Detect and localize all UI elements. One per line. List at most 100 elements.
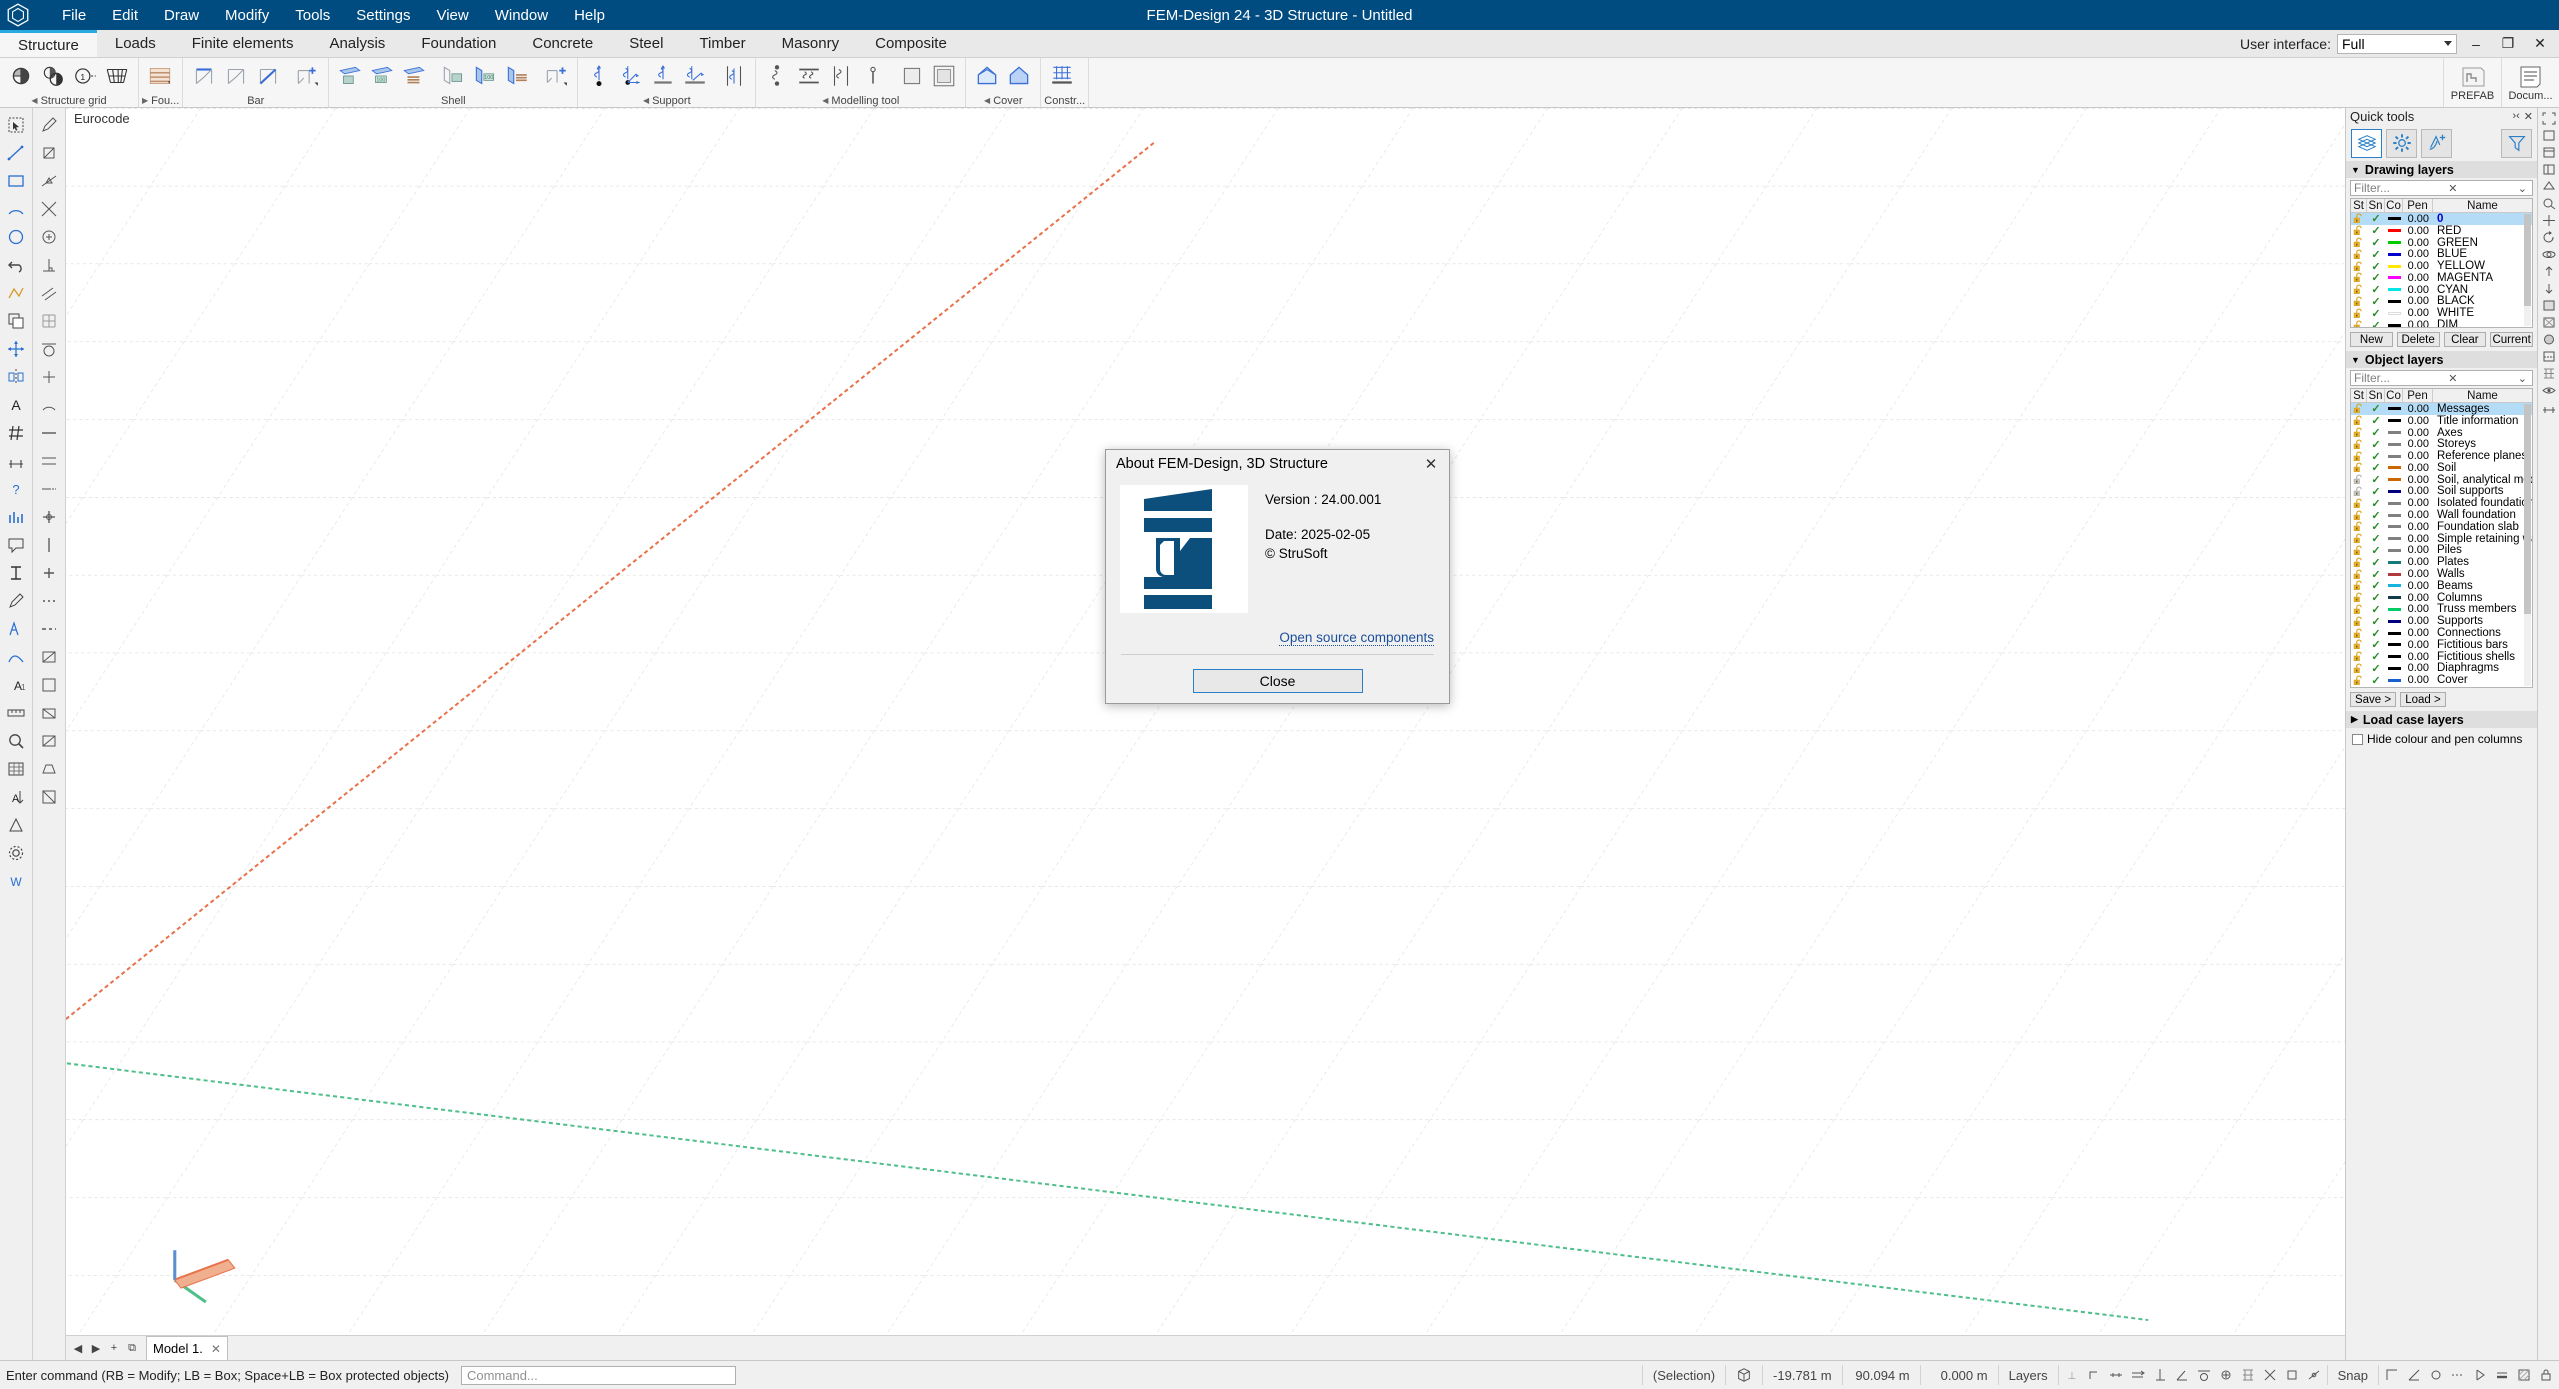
axis-point-icon[interactable] [6,61,36,91]
surface-support-icon[interactable] [719,61,749,91]
snap-plus-icon[interactable] [36,559,63,586]
snap-perpendicular-icon[interactable] [2149,1365,2171,1385]
colour-swatch[interactable] [2385,466,2403,470]
snap-check-icon[interactable]: ✓ [2367,319,2385,327]
clear-icon[interactable]: ✕ [2446,372,2459,385]
colour-swatch[interactable] [2385,631,2403,635]
tab-finite-elements[interactable]: Finite elements [174,30,312,57]
colour-swatch[interactable] [2385,678,2403,682]
save-button[interactable]: Save > [2350,692,2396,707]
plate-profile-icon[interactable]: 100 [367,61,397,91]
table-row[interactable]: ✓ 0.00 Soil [2351,462,2532,474]
tab-structure[interactable]: Structure [0,30,97,57]
polar-icon[interactable] [2403,1365,2425,1385]
arrow-up-icon[interactable] [2540,263,2558,279]
rectangle-tool-icon[interactable] [3,167,30,194]
right-arrow-icon[interactable]: ▶ [142,96,148,105]
snap-grid-icon[interactable] [36,307,63,334]
close-icon[interactable]: ✕ [1413,450,1449,477]
lock-icon[interactable] [2351,225,2367,236]
table-row[interactable]: ✓ 0.00 Columns [2351,592,2532,604]
lock-icon[interactable] [2351,545,2367,556]
snap-direction-icon[interactable] [2127,1365,2149,1385]
colour-swatch[interactable] [2385,666,2403,670]
region-icon[interactable] [897,61,927,91]
table-row[interactable]: ✓ 0.00 Truss members [2351,603,2532,616]
snap-intersection-icon[interactable] [36,195,63,222]
tab-masonry[interactable]: Masonry [764,30,858,57]
colour-swatch[interactable] [2385,537,2403,541]
lock-icon[interactable] [2351,213,2367,224]
settings-tool-icon[interactable] [3,839,30,866]
colour-swatch[interactable] [2385,525,2403,529]
snap-perpendicular-icon[interactable] [36,251,63,278]
colour-swatch[interactable] [2385,229,2403,233]
tab-copy-button[interactable]: ⧉ [124,1339,140,1357]
layers-status-button[interactable]: Layers [1997,1365,2058,1385]
colour-swatch[interactable] [2385,217,2403,221]
table-row[interactable]: ✓ 0.00 Axes [2351,427,2532,439]
clear-button[interactable]: Clear [2443,332,2487,347]
tab-prev-button[interactable]: ◀ [70,1339,86,1357]
surface-connection-icon[interactable] [826,61,856,91]
zoom-fit-icon[interactable] [2540,195,2558,211]
sort-tool-icon[interactable]: A [3,783,30,810]
lock-icon[interactable] [2351,592,2367,603]
wall-layers-icon[interactable] [502,61,532,91]
colour-swatch[interactable] [2385,607,2403,611]
colour-swatch[interactable] [2385,489,2403,493]
tab-next-button[interactable]: ▶ [88,1339,104,1357]
settings-button[interactable] [2386,128,2417,158]
table-row[interactable]: ✓ 0.00 DIM [2351,319,2532,327]
colour-swatch[interactable] [2385,442,2403,446]
hatch-tool-icon[interactable] [3,419,30,446]
colour-swatch[interactable] [2385,619,2403,623]
load-button[interactable]: Load > [2400,692,2446,707]
lock-icon[interactable] [2351,474,2367,485]
text-label-icon[interactable]: A1 [3,671,30,698]
lock-icon[interactable] [2351,521,2367,532]
structure-grid-icon[interactable] [102,61,132,91]
view-side-icon[interactable] [2540,161,2558,177]
table-row[interactable]: ✓ 0.00 Cover [2351,674,2532,687]
menu-item-edit[interactable]: Edit [99,3,151,28]
left-arrow-icon[interactable]: ◀ [984,96,990,105]
colour-swatch[interactable] [2385,252,2403,256]
collapse-icon[interactable]: ›‹ [2512,110,2519,123]
colour-swatch[interactable] [2385,643,2403,647]
snap-midpoint-icon[interactable] [36,167,63,194]
text-tool-icon[interactable]: A [3,391,30,418]
minimize-button[interactable]: – [2463,33,2489,55]
drawing-layers-filter-input[interactable]: Filter... ✕ ⌄ [2350,180,2533,196]
menu-item-file[interactable]: File [49,3,99,28]
fullscreen-icon[interactable] [2540,110,2558,126]
table-row[interactable]: ✓ 0.00 Title information [2351,415,2532,427]
table-row[interactable]: ✓ 0.00 Fictitious bars [2351,639,2532,651]
menu-item-tools[interactable]: Tools [282,3,343,28]
table-row[interactable]: ✓ 0.00 Storeys [2351,438,2532,451]
tab-steel[interactable]: Steel [611,30,681,57]
snap-check-icon[interactable]: ✓ [2367,674,2385,687]
colour-swatch[interactable] [2385,584,2403,588]
dyn-icon[interactable] [2469,1365,2491,1385]
lock-icon[interactable] [2351,272,2367,283]
axis-number-icon[interactable]: 1 [70,61,100,91]
drawing-layers-list[interactable]: St Sn Co Pen Name ✓ 0.00 0 ✓ 0.00 RED ✓ 0.00 GRE… [2350,198,2533,328]
tab-concrete[interactable]: Concrete [514,30,611,57]
table-row[interactable]: ✓ 0.00 Supports [2351,615,2532,628]
lock-icon[interactable] [2351,616,2367,627]
pan-icon[interactable] [2540,212,2558,228]
line-tool-icon[interactable] [3,139,30,166]
wireframe-icon[interactable] [2540,314,2558,330]
lock-icon[interactable] [2351,296,2367,307]
table-row[interactable]: ✓ 0.00 Reference planes [2351,450,2532,463]
colour-swatch[interactable] [2385,655,2403,659]
snap-off-icon[interactable]: ⊥ [2061,1365,2083,1385]
snap-line-icon[interactable] [36,419,63,446]
table-row[interactable]: ✓0.00Soil, analytical model [2351,474,2532,486]
table-row[interactable]: ✓ 0.00 MAGENTA [2351,272,2532,284]
filter-button[interactable] [2501,128,2532,158]
colour-swatch[interactable] [2385,276,2403,280]
table-row[interactable]: ✓ 0.00 Connections [2351,627,2532,640]
user-interface-select[interactable]: Full [2337,33,2457,54]
